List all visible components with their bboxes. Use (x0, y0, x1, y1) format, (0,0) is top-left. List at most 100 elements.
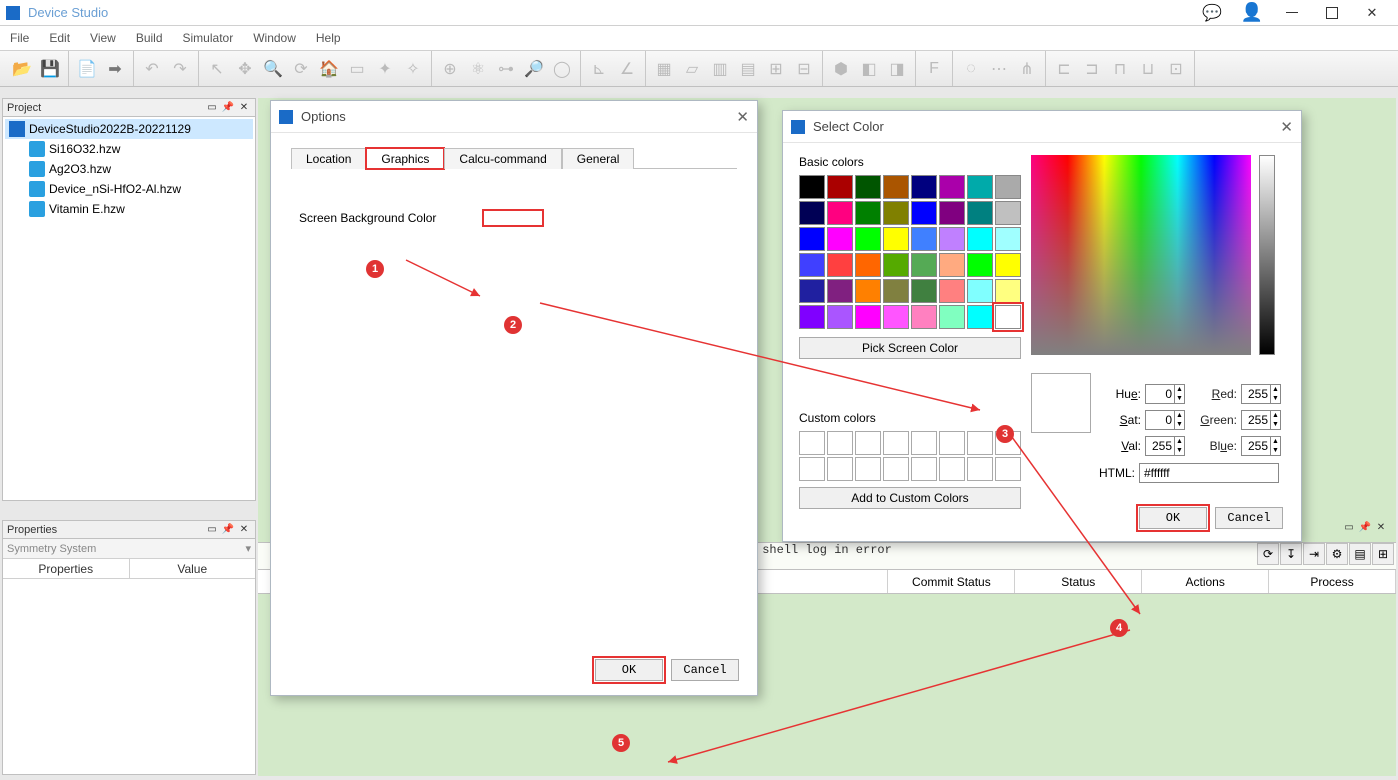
basic-color-swatch[interactable] (995, 279, 1021, 303)
custom-color-slot[interactable] (799, 457, 825, 481)
custom-color-slot[interactable] (855, 457, 881, 481)
properties-pin-icon[interactable]: 📌 (221, 523, 235, 537)
zoom-icon[interactable]: 🔍 (259, 55, 287, 83)
red-spinner[interactable]: ▲▼ (1241, 384, 1281, 404)
add-atom-icon[interactable]: ⊕ (436, 55, 464, 83)
basic-color-swatch[interactable] (967, 305, 993, 329)
properties-close-icon[interactable]: ✕ (237, 523, 251, 537)
device-2-icon[interactable]: ⊐ (1078, 55, 1106, 83)
close-button[interactable] (1352, 1, 1392, 25)
basic-color-swatch[interactable] (883, 253, 909, 277)
basic-color-swatch[interactable] (855, 253, 881, 277)
project-file[interactable]: Ag2O3.hzw (5, 159, 253, 179)
basic-color-swatch[interactable] (939, 253, 965, 277)
basic-color-swatch[interactable] (855, 201, 881, 225)
options-cancel-button[interactable]: Cancel (671, 659, 739, 681)
log-btn-2-icon[interactable]: ↧ (1280, 543, 1302, 565)
log-btn-1-icon[interactable]: ⟳ (1257, 543, 1279, 565)
project-root[interactable]: DeviceStudio2022B-20221129 (5, 119, 253, 139)
basic-color-swatch[interactable] (995, 305, 1021, 329)
project-pin-icon[interactable]: 📌 (221, 101, 235, 115)
basic-color-swatch[interactable] (911, 253, 937, 277)
basic-color-swatch[interactable] (911, 279, 937, 303)
axis-xy-icon[interactable]: ▤ (734, 55, 762, 83)
user-icon[interactable]: 👤 (1232, 1, 1272, 25)
basic-color-swatch[interactable] (883, 279, 909, 303)
star-icon[interactable]: ✦ (371, 55, 399, 83)
basic-color-swatch[interactable] (827, 175, 853, 199)
val-spinner[interactable]: ▲▼ (1145, 436, 1185, 456)
properties-dock-icon[interactable]: ▭ (205, 523, 219, 537)
custom-color-slot[interactable] (855, 431, 881, 455)
basic-color-swatch[interactable] (799, 175, 825, 199)
value-slider[interactable] (1259, 155, 1275, 355)
properties-category-combo[interactable]: Symmetry System ▾ (3, 539, 255, 559)
hue-spinner[interactable]: ▲▼ (1145, 384, 1185, 404)
basic-color-swatch[interactable] (967, 227, 993, 251)
log-btn-6-icon[interactable]: ⊞ (1372, 543, 1394, 565)
basic-color-swatch[interactable] (883, 227, 909, 251)
basic-color-swatch[interactable] (855, 227, 881, 251)
basic-color-swatch[interactable] (967, 175, 993, 199)
basic-color-swatch[interactable] (939, 227, 965, 251)
measure-dist-icon[interactable]: ⊾ (585, 55, 613, 83)
basic-color-swatch[interactable] (995, 227, 1021, 251)
cell-icon[interactable]: ▱ (678, 55, 706, 83)
red-input[interactable] (1242, 385, 1270, 403)
cluster-icon[interactable]: ⬢ (827, 55, 855, 83)
tab-general[interactable]: General (562, 148, 635, 169)
sat-spinner[interactable]: ▲▼ (1145, 410, 1185, 430)
project-dock-icon[interactable]: ▭ (205, 101, 219, 115)
tab-graphics[interactable]: Graphics (366, 148, 444, 169)
screen-bg-color-swatch[interactable] (482, 209, 544, 227)
menu-edit[interactable]: Edit (39, 26, 80, 50)
move-icon[interactable]: ✥ (231, 55, 259, 83)
basic-color-swatch[interactable] (967, 279, 993, 303)
jobs-pin-icon[interactable]: 📌 (1358, 520, 1372, 534)
green-input[interactable] (1242, 411, 1270, 429)
save-icon[interactable]: 💾 (36, 55, 64, 83)
html-input[interactable] (1139, 463, 1279, 483)
rotate-icon[interactable]: ⟳ (287, 55, 315, 83)
basic-color-swatch[interactable] (799, 305, 825, 329)
import-icon[interactable]: ➡ (101, 55, 129, 83)
project-file[interactable]: Si16O32.hzw (5, 139, 253, 159)
basic-color-swatch[interactable] (827, 201, 853, 225)
menu-file[interactable]: File (0, 26, 39, 50)
custom-color-slot[interactable] (995, 457, 1021, 481)
sat-input[interactable] (1146, 411, 1174, 429)
basic-color-swatch[interactable] (911, 175, 937, 199)
branch-icon[interactable]: ⋔ (1013, 55, 1041, 83)
log-btn-3-icon[interactable]: ⇥ (1303, 543, 1325, 565)
custom-color-slot[interactable] (827, 457, 853, 481)
project-file[interactable]: Vitamin E.hzw (5, 199, 253, 219)
basic-color-swatch[interactable] (995, 175, 1021, 199)
zoom-in-icon[interactable]: 🔎 (520, 55, 548, 83)
bond-icon[interactable]: ⊶ (492, 55, 520, 83)
sphere-icon[interactable]: ◯ (548, 55, 576, 83)
basic-color-swatch[interactable] (995, 201, 1021, 225)
custom-color-slot[interactable] (883, 457, 909, 481)
chain-icon[interactable]: ⋯ (985, 55, 1013, 83)
basic-color-swatch[interactable] (855, 175, 881, 199)
basic-color-swatch[interactable] (883, 305, 909, 329)
device-1-icon[interactable]: ⊏ (1050, 55, 1078, 83)
basic-color-swatch[interactable] (995, 253, 1021, 277)
val-input[interactable] (1146, 437, 1174, 455)
project-close-icon[interactable]: ✕ (237, 101, 251, 115)
lattice-icon[interactable]: ▦ (650, 55, 678, 83)
basic-color-swatch[interactable] (967, 253, 993, 277)
ring-icon[interactable]: ◌ (957, 55, 985, 83)
custom-color-slot[interactable] (967, 457, 993, 481)
undo-icon[interactable]: ↶ (138, 55, 166, 83)
wand-icon[interactable]: ✧ (399, 55, 427, 83)
menu-window[interactable]: Window (243, 26, 306, 50)
device-3-icon[interactable]: ⊓ (1106, 55, 1134, 83)
log-btn-5-icon[interactable]: ▤ (1349, 543, 1371, 565)
basic-color-swatch[interactable] (883, 175, 909, 199)
measure-angle-icon[interactable]: ∠ (613, 55, 641, 83)
custom-color-slot[interactable] (967, 431, 993, 455)
tab-location[interactable]: Location (291, 148, 366, 169)
atom-icon[interactable]: ⚛ (464, 55, 492, 83)
green-spinner[interactable]: ▲▼ (1241, 410, 1281, 430)
